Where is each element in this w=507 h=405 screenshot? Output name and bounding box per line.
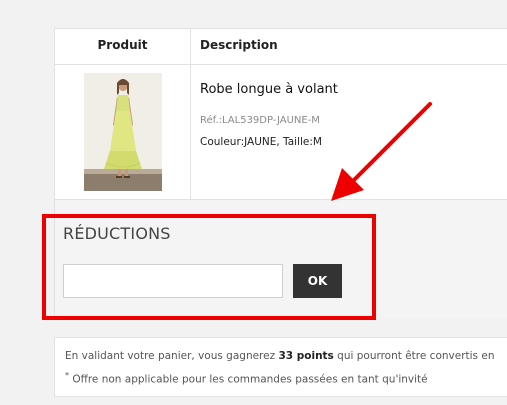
product-reference: Réf.:LAL539DP-JAUNE-M: [200, 115, 320, 126]
voucher-code-input[interactable]: [63, 264, 283, 298]
guest-offer-note: * Offre non applicable pour les commande…: [65, 371, 428, 386]
loyalty-text-before: En validant votre panier, vous gagnerez: [65, 350, 279, 362]
loyalty-points-text: En validant votre panier, vous gagnerez …: [65, 350, 494, 362]
column-header-description: Description: [200, 38, 278, 52]
yellow-dress-photo-icon: [84, 73, 162, 191]
product-variant: Couleur:JAUNE, Taille:M: [200, 136, 322, 148]
apply-voucher-button[interactable]: OK: [293, 264, 342, 298]
reductions-title: RÉDUCTIONS: [63, 224, 171, 243]
cart-panel: Produit Description Robe longue à volant…: [54, 28, 507, 318]
product-image[interactable]: [84, 73, 162, 191]
loyalty-info-box: En validant votre panier, vous gagnerez …: [54, 337, 507, 397]
column-header-product: Produit: [55, 29, 191, 64]
loyalty-text-after: qui pourront être convertis en: [333, 350, 495, 362]
product-image-cell: [55, 65, 191, 199]
note-text: Offre non applicable pour les commandes …: [69, 373, 428, 386]
reductions-section: RÉDUCTIONS OK: [55, 200, 507, 318]
product-title[interactable]: Robe longue à volant: [200, 82, 338, 97]
cart-table: Produit Description Robe longue à volant…: [55, 29, 507, 200]
loyalty-points-value: 33 points: [278, 350, 334, 362]
